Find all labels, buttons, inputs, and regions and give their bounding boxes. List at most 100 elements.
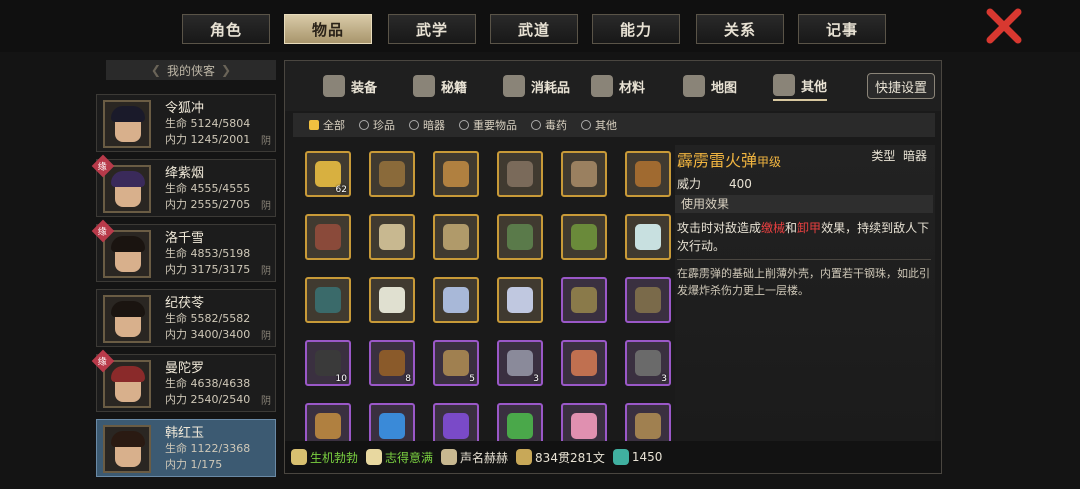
inventory-slot[interactable]: 5 xyxy=(433,340,479,386)
filter-option[interactable]: 暗器 xyxy=(409,117,445,133)
hero-name: 曼陀罗 xyxy=(165,361,205,376)
filter-option[interactable]: 重要物品 xyxy=(459,117,517,133)
mood-icon xyxy=(366,449,383,465)
inventory-slot[interactable] xyxy=(433,214,479,260)
talisman-icon xyxy=(571,350,597,376)
hero-card[interactable]: 缘 绛紫烟 生命 4555/4555 内力 2555/2705 阴 xyxy=(91,154,276,217)
inventory-slot[interactable] xyxy=(369,277,415,323)
category-herb[interactable]: 材料 xyxy=(591,71,645,101)
inventory-slot[interactable] xyxy=(497,151,543,197)
tab-0[interactable]: 角色 xyxy=(182,14,270,44)
tab-6[interactable]: 记事 xyxy=(798,14,886,44)
hero-name: 绛紫烟 xyxy=(165,166,205,181)
inventory-slot[interactable] xyxy=(561,151,607,197)
iron-balls-icon xyxy=(315,350,341,376)
inventory-slot[interactable] xyxy=(433,277,479,323)
token-icon xyxy=(635,350,661,376)
close-icon[interactable] xyxy=(984,6,1024,46)
flute-icon xyxy=(635,413,661,439)
hero-hp: 生命 5124/5804 xyxy=(165,117,251,130)
category-label: 其他 xyxy=(801,79,828,95)
inventory-slot[interactable] xyxy=(305,277,351,323)
hero-card[interactable]: 令狐冲 生命 5124/5804 内力 1245/2001 阴 xyxy=(96,94,276,152)
bronze-beast-icon xyxy=(571,224,597,250)
jade-figure-icon xyxy=(507,224,533,250)
map-scroll-icon xyxy=(443,224,469,250)
gold-ingot-icon xyxy=(315,161,341,187)
item-count: 5 xyxy=(469,374,475,384)
hero-card[interactable]: 纪茯苓 生命 5582/5582 内力 3400/3400 阴 xyxy=(96,289,276,347)
status-text: 834贯281文 xyxy=(535,450,605,465)
inventory-slot[interactable] xyxy=(369,214,415,260)
hero-mp: 内力 3400/3400 xyxy=(165,328,251,341)
axe-icon xyxy=(443,161,469,187)
inventory-slot[interactable]: 3 xyxy=(625,340,671,386)
inventory-slot[interactable] xyxy=(497,214,543,260)
hero-portrait xyxy=(103,230,151,278)
radio-icon xyxy=(359,120,369,130)
pickaxe-icon xyxy=(379,161,405,187)
dart-icon xyxy=(507,350,533,376)
filter-option[interactable]: 珍品 xyxy=(359,117,395,133)
category-other[interactable]: 其他 xyxy=(773,71,828,101)
category-manual[interactable]: 秘籍 xyxy=(413,71,467,101)
inventory-slot[interactable] xyxy=(497,277,543,323)
inventory-slot[interactable] xyxy=(561,340,607,386)
hero-affinity: 阴 xyxy=(261,331,271,342)
filter-option[interactable]: 毒药 xyxy=(531,117,567,133)
tab-3[interactable]: 武道 xyxy=(490,14,578,44)
water-orb-icon xyxy=(379,413,405,439)
ladle-icon xyxy=(635,161,661,187)
inventory-slot[interactable]: 8 xyxy=(369,340,415,386)
hero-name: 令狐冲 xyxy=(165,101,205,116)
status-text: 声名赫赫 xyxy=(460,450,509,465)
status-item: 834贯281文 xyxy=(516,449,605,466)
inventory-slot[interactable] xyxy=(561,277,607,323)
quick-setup-button[interactable]: 快捷设置 xyxy=(867,73,935,99)
tab-2[interactable]: 武学 xyxy=(388,14,476,44)
filter-option[interactable]: 全部 xyxy=(309,117,345,133)
category-potion[interactable]: 消耗品 xyxy=(503,71,570,101)
inventory-slot[interactable] xyxy=(625,151,671,197)
status-item: 志得意满 xyxy=(366,449,433,466)
hero-affinity: 阴 xyxy=(261,136,271,147)
hero-card[interactable]: 缘 洛千雪 生命 4853/5198 内力 3175/3175 阴 xyxy=(91,219,276,282)
inventory-slot[interactable] xyxy=(305,214,351,260)
effect-header: 使用效果 xyxy=(675,195,933,213)
inventory-slot[interactable]: 10 xyxy=(305,340,351,386)
status-item: 1450 xyxy=(612,449,662,465)
filter-bar: 全部 珍品 暗器 重要物品 毒药 其他 xyxy=(293,113,935,137)
inventory-slot[interactable] xyxy=(433,151,479,197)
category-map[interactable]: 地图 xyxy=(683,71,737,101)
hero-card[interactable]: 韩红玉 生命 1122/3368 内力 1/175 xyxy=(96,419,276,477)
flower-icon xyxy=(571,413,597,439)
tab-5[interactable]: 关系 xyxy=(696,14,784,44)
other-icon xyxy=(773,74,795,96)
jade-coin-icon xyxy=(612,449,629,465)
filter-label: 其他 xyxy=(595,119,617,132)
inventory-slot[interactable] xyxy=(561,214,607,260)
inventory-slot[interactable]: 3 xyxy=(497,340,543,386)
inventory-slot[interactable] xyxy=(625,277,671,323)
hero-portrait xyxy=(103,100,151,148)
hero-card[interactable]: 缘 曼陀罗 生命 4638/4638 内力 2540/2540 阴 xyxy=(91,349,276,412)
inventory-slot[interactable] xyxy=(369,151,415,197)
category-equipment[interactable]: 装备 xyxy=(323,71,377,101)
filter-option[interactable]: 其他 xyxy=(581,117,617,133)
hero-portrait xyxy=(103,425,151,473)
radio-icon xyxy=(531,120,541,130)
tab-1[interactable]: 物品 xyxy=(284,14,372,44)
inventory-panel: 装备 秘籍 消耗品 材料 地图 其他 快捷设置 全部 珍品 暗器 重要物品 毒药 其他 62 10 8 5… xyxy=(284,60,942,474)
inventory-slot[interactable]: 62 xyxy=(305,151,351,197)
hero-hp: 生命 5582/5582 xyxy=(165,312,251,325)
filter-label: 毒药 xyxy=(545,119,567,132)
jade-box-icon xyxy=(315,287,341,313)
disc-icon xyxy=(443,287,469,313)
tab-4[interactable]: 能力 xyxy=(592,14,680,44)
category-label: 装备 xyxy=(351,80,378,96)
hero-hp: 生命 4638/4638 xyxy=(165,377,251,390)
hero-mp: 内力 2555/2705 xyxy=(165,198,251,211)
inventory-slot[interactable] xyxy=(625,214,671,260)
hero-mp: 内力 2540/2540 xyxy=(165,393,251,406)
wood-orb-icon xyxy=(507,413,533,439)
